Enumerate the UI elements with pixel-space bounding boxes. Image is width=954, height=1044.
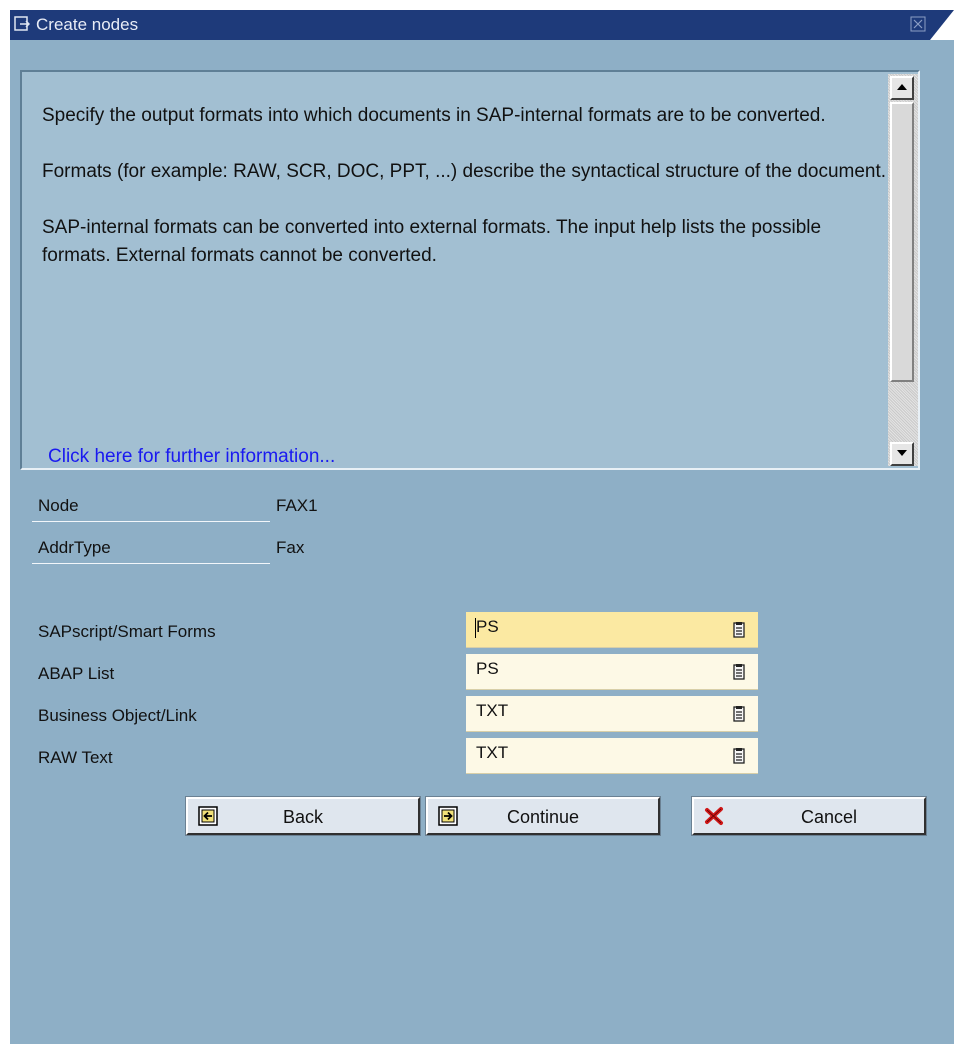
dialog-body: Specify the output formats into which do… — [10, 40, 954, 1044]
dialog-window: Create nodes Specify the output formats … — [0, 0, 954, 1044]
value-help-icon[interactable] — [732, 748, 746, 764]
window-menu-icon[interactable] — [14, 16, 30, 32]
cancel-label: Cancel — [800, 807, 858, 827]
addrtype-value: Fax — [276, 538, 305, 557]
scrollbar-thumb[interactable] — [890, 102, 914, 382]
field-value: PS — [476, 617, 499, 636]
close-icon[interactable] — [910, 16, 926, 32]
value-help-icon[interactable] — [732, 706, 746, 722]
arrow-up-icon — [897, 84, 907, 90]
back-label: Back — [282, 807, 324, 827]
continue-label: Continue — [506, 807, 580, 827]
window-title: Create nodes — [36, 15, 139, 34]
title-bar[interactable]: Create nodes — [10, 10, 954, 40]
abap-list-label: ABAP List — [38, 664, 115, 683]
abap-list-format-field[interactable]: PS — [466, 654, 758, 690]
cancel-button[interactable]: Cancel — [691, 796, 927, 836]
value-help-icon[interactable] — [732, 622, 746, 638]
field-value: PS — [476, 659, 499, 678]
scroll-up-button[interactable] — [890, 76, 914, 100]
sapscript-format-field[interactable]: PS — [466, 612, 758, 648]
help-paragraph: Formats (for example: RAW, SCR, DOC, PPT… — [42, 161, 887, 182]
sapscript-label: SAPscript/Smart Forms — [38, 622, 216, 641]
arrow-down-icon — [897, 450, 907, 456]
addrtype-label-underline — [32, 563, 270, 564]
help-text: Specify the output formats into which do… — [42, 102, 892, 298]
node-value: FAX1 — [276, 496, 318, 515]
help-paragraph: SAP-internal formats can be converted in… — [42, 217, 822, 266]
business-object-format-field[interactable]: TXT — [466, 696, 758, 732]
vertical-scrollbar[interactable] — [888, 74, 918, 466]
addrtype-label: AddrType — [38, 538, 111, 557]
field-value: TXT — [476, 743, 509, 762]
help-paragraph: Specify the output formats into which do… — [42, 105, 826, 126]
field-value: TXT — [476, 701, 509, 720]
further-info-link[interactable]: Click here for further information... — [48, 446, 335, 468]
continue-button[interactable]: Continue — [425, 796, 661, 836]
back-button[interactable]: Back — [185, 796, 421, 836]
node-label: Node — [38, 496, 79, 515]
raw-text-format-field[interactable]: TXT — [466, 738, 758, 774]
business-object-label: Business Object/Link — [38, 706, 197, 725]
raw-text-label: RAW Text — [38, 748, 113, 767]
value-help-icon[interactable] — [732, 664, 746, 680]
help-text-box: Specify the output formats into which do… — [20, 70, 920, 470]
scroll-down-button[interactable] — [890, 442, 914, 466]
node-label-underline — [32, 521, 270, 522]
